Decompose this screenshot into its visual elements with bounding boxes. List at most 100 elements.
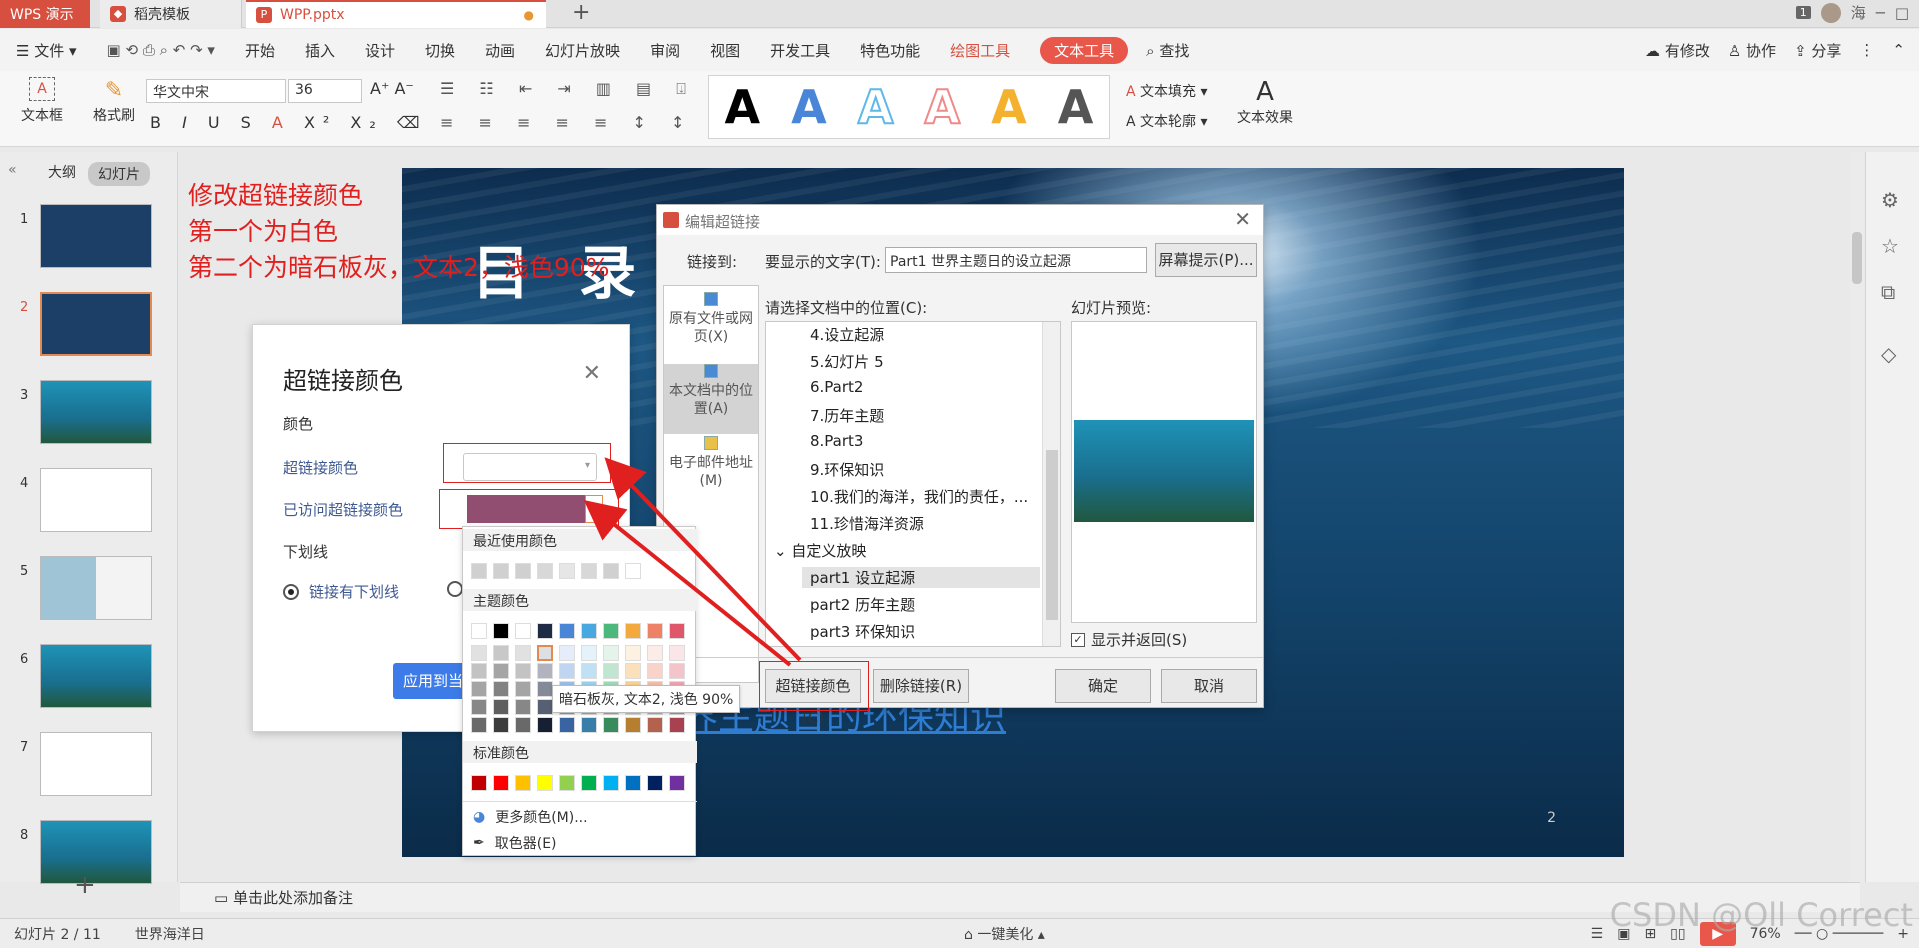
theme-shade-swatch[interactable] [471,645,487,661]
recent-color-swatch[interactable] [559,563,575,579]
cancel-button[interactable]: 取消 [1161,669,1257,703]
slide-thumb-row[interactable]: 6 [20,644,160,710]
standard-color-swatch[interactable] [603,775,619,791]
share-button[interactable]: ⇪ 分享 [1794,40,1841,61]
close-icon[interactable]: ✕ [1234,207,1251,231]
slide-thumb-row[interactable]: 5 [20,556,160,622]
theme-shade-swatch[interactable] [669,645,685,661]
link-email[interactable]: 电子邮件地址(M) [664,436,758,506]
slide-thumb-row[interactable]: 4 [20,468,160,534]
theme-shade-swatch[interactable] [581,717,597,733]
standard-color-swatch[interactable] [493,775,509,791]
maximize-icon[interactable]: □ [1895,4,1909,22]
visited-color-dropdown[interactable]: ▾ [585,495,603,523]
menu-draw-tools[interactable]: 绘图工具 [950,40,1010,61]
theme-color-swatch[interactable] [625,623,641,639]
menu-start[interactable]: 开始 [245,40,275,61]
remove-link-button[interactable]: 删除链接(R) [873,669,969,703]
tree-item[interactable]: 4.设立起源 [810,324,884,345]
tree-item[interactable]: 7.历年主题 [810,405,884,426]
slide-thumbnail[interactable] [40,732,152,796]
recent-color-swatch[interactable] [581,563,597,579]
recent-color-swatch[interactable] [625,563,641,579]
collab-button[interactable]: ♙ 协作 [1728,40,1776,61]
theme-color-swatch[interactable] [669,623,685,639]
theme-color-swatch[interactable] [537,623,553,639]
theme-shade-swatch[interactable] [493,681,509,697]
standard-color-swatch[interactable] [625,775,641,791]
quick-access-toolbar[interactable]: ▣ ⟲ ⎙ ⌕ ↶ ↷ ▾ [107,41,215,59]
text-style-5[interactable]: A [991,77,1027,137]
theme-shade-swatch[interactable] [515,681,531,697]
theme-shade-swatch[interactable] [647,717,663,733]
beautify-button[interactable]: ⌂ 一键美化 ▴ [964,924,1045,944]
copy-icon[interactable]: ⧉ [1881,280,1895,304]
minimize-icon[interactable]: ─ [1876,4,1885,22]
user-name[interactable]: 海 [1851,2,1866,23]
align-buttons[interactable]: ≡ ≡ ≡ ≡ ≡ ↕ ↕ ↕ [440,113,733,132]
theme-shade-swatch[interactable] [515,699,531,715]
theme-shade-swatch[interactable] [471,681,487,697]
screen-tip-button[interactable]: 屏幕提示(P)... [1155,243,1257,277]
eyedropper-item[interactable]: ✒ 取色器(E) [473,833,557,853]
font-family-select[interactable]: 华文中宋 [146,79,286,103]
theme-shade-swatch[interactable] [559,717,575,733]
slide-thumb-row[interactable]: 3 [20,380,160,446]
theme-shade-swatch[interactable] [537,699,553,715]
theme-shade-swatch[interactable] [493,717,509,733]
theme-shade-swatch[interactable] [559,663,575,679]
slide-thumbnail[interactable] [40,820,152,884]
theme-color-swatch[interactable] [559,623,575,639]
tree-item[interactable]: 5.幻灯片 5 [810,351,884,372]
more-icon[interactable]: ⋮ [1859,41,1874,59]
text-fill-button[interactable]: A 文本填充 ▾ [1126,81,1208,101]
slide-thumbnail[interactable] [40,556,152,620]
menu-view[interactable]: 视图 [710,40,740,61]
new-tab-button[interactable]: + [572,0,590,26]
menu-text-tools[interactable]: 文本工具 [1040,36,1129,64]
slide-thumbnail[interactable] [40,468,152,532]
theme-shade-swatch[interactable] [471,699,487,715]
tree-item[interactable]: 9.环保知识 [810,459,884,480]
theme-shade-swatch[interactable] [515,645,531,661]
theme-color-swatch[interactable] [471,623,487,639]
tab-outline[interactable]: 大纲 [48,162,76,186]
font-style-buttons[interactable]: B I U S A X² X₂ ⌫ [150,113,428,132]
theme-shade-swatch[interactable] [537,645,553,661]
standard-color-swatch[interactable] [669,775,685,791]
link-existing-file[interactable]: 原有文件或网页(X) [664,292,758,362]
theme-name[interactable]: 世界海洋日 [135,924,205,944]
theme-shade-swatch[interactable] [625,663,641,679]
notes-area[interactable]: ▭ 单击此处添加备注 [180,882,1860,912]
menu-review[interactable]: 审阅 [650,40,680,61]
search-button[interactable]: ⌕ 查找 [1146,40,1189,61]
add-slide-button[interactable]: + [74,870,96,900]
list-buttons[interactable]: ☰ ☷ ⇤ ⇥ ▥ ▤ ⍗ [440,79,696,99]
text-outline-button[interactable]: A 文本轮廓 ▾ [1126,111,1208,131]
theme-shade-swatch[interactable] [559,645,575,661]
star-icon[interactable]: ☆ [1881,234,1899,258]
theme-color-swatch[interactable] [515,623,531,639]
scrollbar-thumb[interactable] [1852,232,1862,284]
tree-item[interactable]: 11.珍惜海洋资源 [810,513,924,534]
theme-shade-swatch[interactable] [625,645,641,661]
tree-scrollbar[interactable] [1042,322,1060,646]
recent-color-swatch[interactable] [603,563,619,579]
recent-color-swatch[interactable] [515,563,531,579]
window-count-badge[interactable]: 1 [1795,6,1811,19]
theme-shade-swatch[interactable] [493,663,509,679]
recent-color-swatch[interactable] [493,563,509,579]
theme-shade-swatch[interactable] [603,645,619,661]
menu-features[interactable]: 特色功能 [860,40,920,61]
theme-shade-swatch[interactable] [603,663,619,679]
standard-color-swatch[interactable] [515,775,531,791]
standard-color-swatch[interactable] [471,775,487,791]
slide-thumbnail[interactable] [40,380,152,444]
standard-color-swatch[interactable] [647,775,663,791]
hyperlink-color-select[interactable]: ▾ [463,453,597,481]
text-style-1[interactable]: A [725,77,761,137]
menu-design[interactable]: 设计 [365,40,395,61]
tree-item-selected[interactable]: part1 设立起源 [802,567,1040,588]
theme-shade-swatch[interactable] [581,645,597,661]
visited-color-swatch[interactable] [467,495,585,523]
